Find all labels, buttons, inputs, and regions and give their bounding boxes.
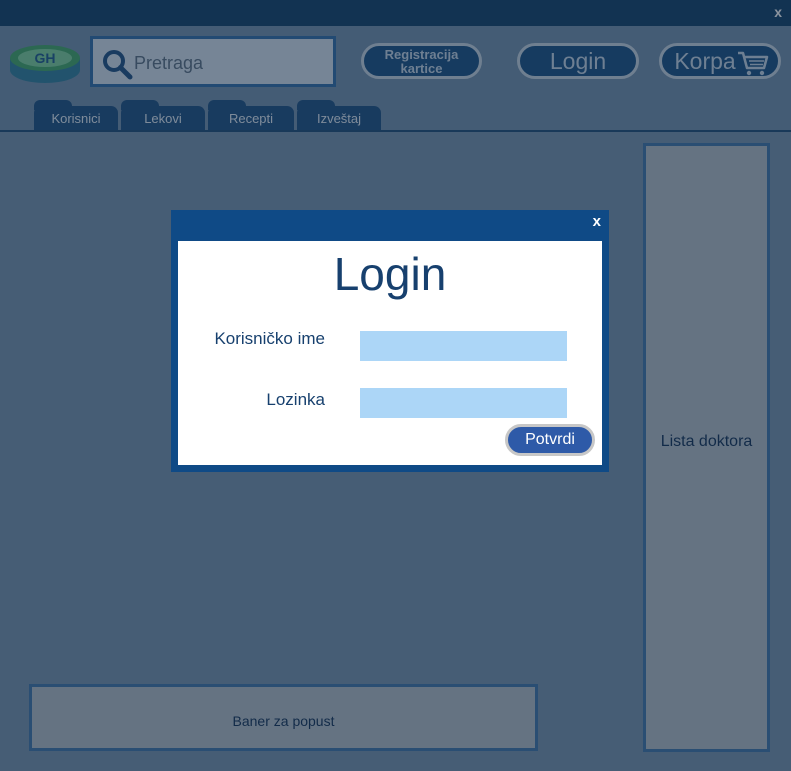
password-field[interactable] <box>360 388 567 418</box>
dialog-close-button[interactable]: x <box>593 213 601 230</box>
login-dialog-body: Login Korisničko ime Lozinka Potvrdi <box>178 241 602 465</box>
username-field[interactable] <box>360 331 567 361</box>
submit-button[interactable]: Potvrdi <box>505 424 595 456</box>
password-label: Lozinka <box>266 390 325 409</box>
login-title: Login <box>333 248 447 300</box>
login-dialog: x Login Korisničko ime Lozinka Potvrdi <box>171 210 609 472</box>
username-label: Korisničko ime <box>214 329 325 348</box>
